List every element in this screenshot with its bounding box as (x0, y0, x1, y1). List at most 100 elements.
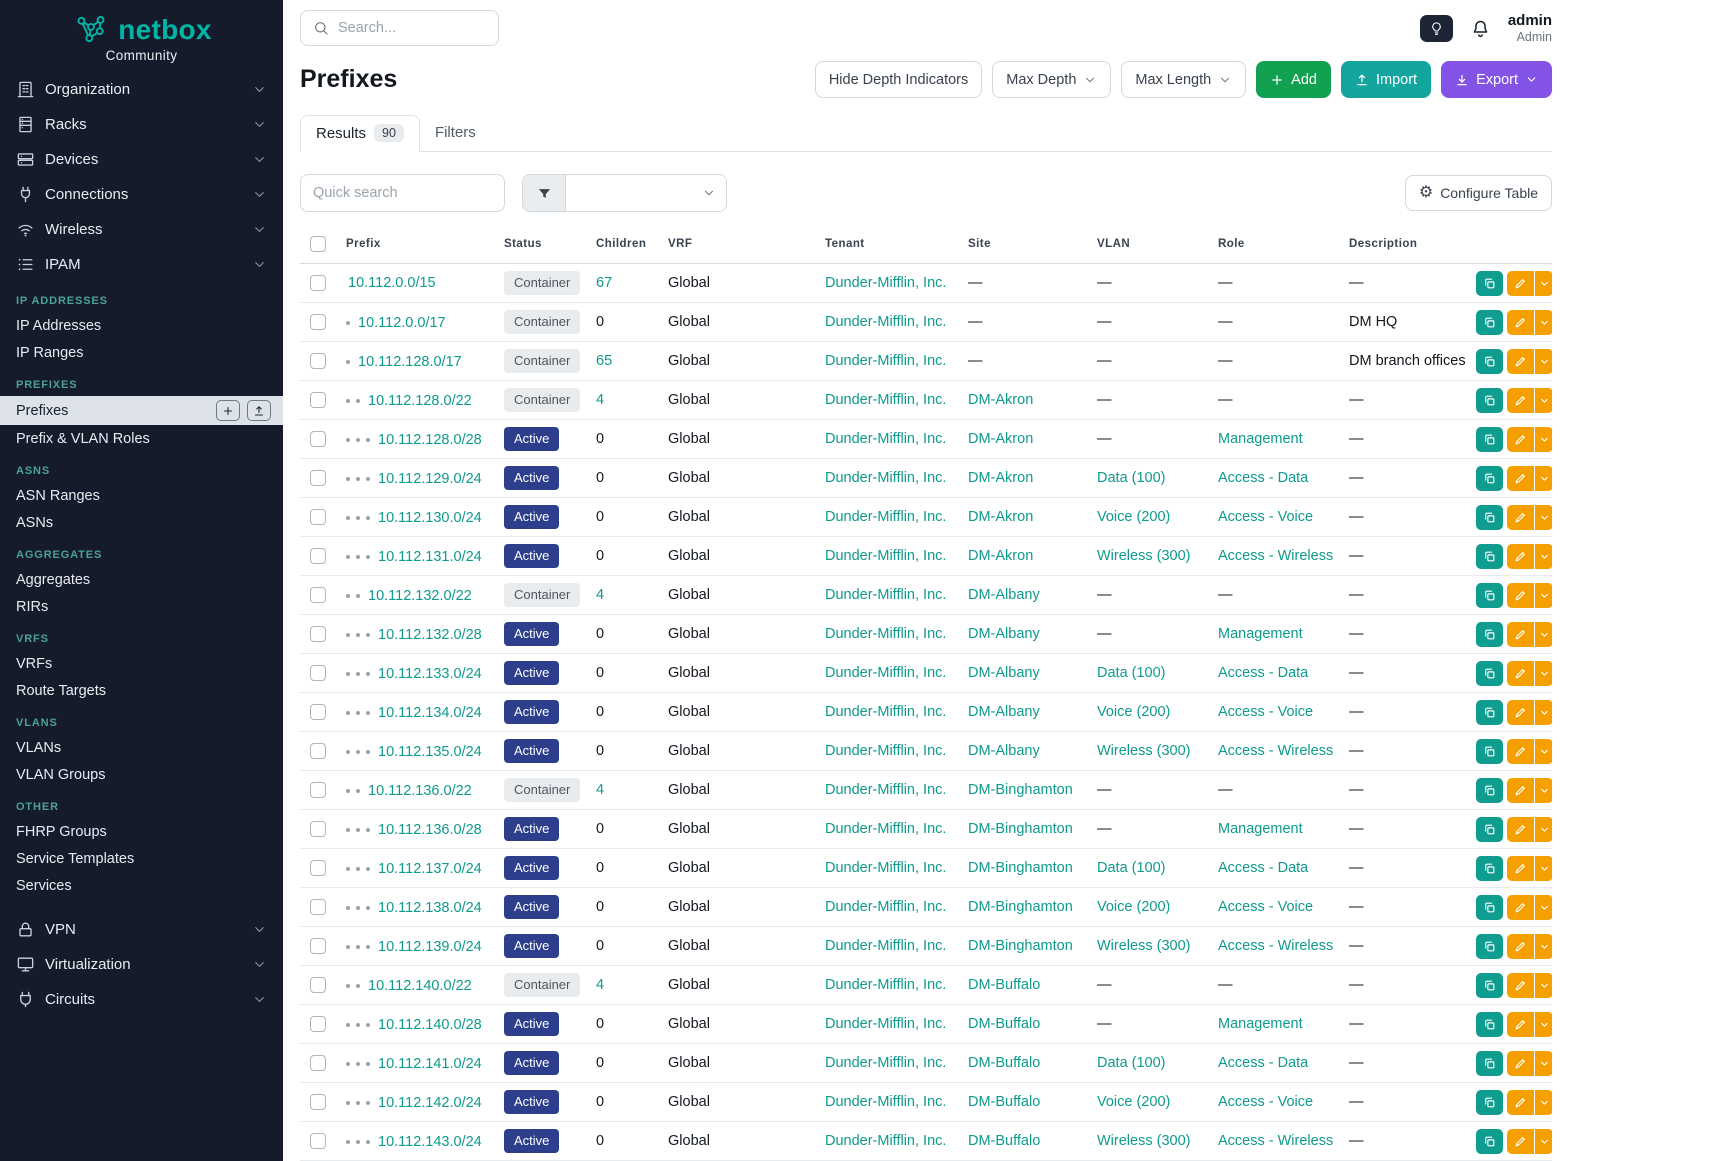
copy-button[interactable] (1476, 1051, 1503, 1076)
sidebar-item-vrfs[interactable]: VRFs (0, 650, 283, 677)
children-link[interactable]: 4 (596, 392, 604, 408)
user-menu[interactable]: admin Admin (1508, 12, 1552, 45)
site-link[interactable]: DM-Akron (968, 470, 1033, 486)
row-checkbox[interactable] (310, 587, 326, 603)
prefix-link[interactable]: 10.112.136.0/22 (368, 783, 472, 799)
role-link[interactable]: Access - Data (1218, 860, 1308, 876)
vlan-link[interactable]: Wireless (300) (1097, 743, 1190, 759)
edit-dropdown-button[interactable] (1535, 1051, 1552, 1076)
prefix-link[interactable]: 10.112.138.0/24 (378, 900, 482, 916)
prefix-link[interactable]: 10.112.132.0/28 (378, 627, 482, 643)
row-checkbox[interactable] (310, 977, 326, 993)
site-link[interactable]: DM-Akron (968, 509, 1033, 525)
site-link[interactable]: DM-Albany (968, 743, 1040, 759)
edit-dropdown-button[interactable] (1535, 895, 1552, 920)
edit-button[interactable] (1507, 271, 1534, 296)
select-all-checkbox[interactable] (310, 236, 326, 252)
tenant-link[interactable]: Dunder-Mifflin, Inc. (825, 353, 946, 369)
tenant-link[interactable]: Dunder-Mifflin, Inc. (825, 1016, 946, 1032)
tenant-link[interactable]: Dunder-Mifflin, Inc. (825, 743, 946, 759)
tenant-link[interactable]: Dunder-Mifflin, Inc. (825, 314, 946, 330)
quick-add-button[interactable] (216, 400, 240, 421)
copy-button[interactable] (1476, 1129, 1503, 1154)
tenant-link[interactable]: Dunder-Mifflin, Inc. (825, 470, 946, 486)
prefix-link[interactable]: 10.112.129.0/24 (378, 471, 482, 487)
prefix-link[interactable]: 10.112.135.0/24 (378, 744, 482, 760)
edit-button[interactable] (1507, 466, 1534, 491)
edit-dropdown-button[interactable] (1535, 778, 1552, 803)
copy-button[interactable] (1476, 778, 1503, 803)
sidebar-item-asns[interactable]: ASNs (0, 509, 283, 536)
role-link[interactable]: Access - Voice (1218, 899, 1313, 915)
edit-button[interactable] (1507, 349, 1534, 374)
vlan-link[interactable]: Data (100) (1097, 470, 1166, 486)
tenant-link[interactable]: Dunder-Mifflin, Inc. (825, 704, 946, 720)
edit-dropdown-button[interactable] (1535, 817, 1552, 842)
column-header-role[interactable]: Role (1208, 227, 1339, 264)
site-link[interactable]: DM-Binghamton (968, 860, 1073, 876)
configure-table-button[interactable]: ⚙ Configure Table (1405, 175, 1552, 211)
tab-results[interactable]: Results 90 (300, 115, 420, 152)
sidebar-item-circuits[interactable]: Circuits (0, 982, 283, 1017)
copy-button[interactable] (1476, 505, 1503, 530)
saved-filter-select[interactable] (566, 175, 726, 211)
copy-button[interactable] (1476, 817, 1503, 842)
vlan-link[interactable]: Voice (200) (1097, 899, 1170, 915)
edit-button[interactable] (1507, 1012, 1534, 1037)
row-checkbox[interactable] (310, 899, 326, 915)
copy-button[interactable] (1476, 1090, 1503, 1115)
edit-dropdown-button[interactable] (1535, 388, 1552, 413)
vlan-link[interactable]: Wireless (300) (1097, 1133, 1190, 1149)
tenant-link[interactable]: Dunder-Mifflin, Inc. (825, 1133, 946, 1149)
tenant-link[interactable]: Dunder-Mifflin, Inc. (825, 665, 946, 681)
brand[interactable]: netbox Community (0, 0, 283, 72)
site-link[interactable]: DM-Albany (968, 704, 1040, 720)
sidebar-item-prefix-vlan-roles[interactable]: Prefix & VLAN Roles (0, 425, 283, 452)
vlan-link[interactable]: Wireless (300) (1097, 548, 1190, 564)
edit-button[interactable] (1507, 1129, 1534, 1154)
edit-button[interactable] (1507, 895, 1534, 920)
sidebar-item-devices[interactable]: Devices (0, 142, 283, 177)
export-dropdown-button[interactable]: Export (1441, 61, 1552, 98)
edit-dropdown-button[interactable] (1535, 661, 1552, 686)
copy-button[interactable] (1476, 544, 1503, 569)
quick-search-input[interactable] (300, 174, 505, 212)
copy-button[interactable] (1476, 349, 1503, 374)
copy-button[interactable] (1476, 271, 1503, 296)
edit-button[interactable] (1507, 700, 1534, 725)
edit-button[interactable] (1507, 778, 1534, 803)
import-button[interactable]: Import (1341, 61, 1431, 98)
prefix-link[interactable]: 10.112.130.0/24 (378, 510, 482, 526)
children-link[interactable]: 65 (596, 353, 612, 369)
site-link[interactable]: DM-Buffalo (968, 977, 1040, 993)
edit-dropdown-button[interactable] (1535, 583, 1552, 608)
site-link[interactable]: DM-Buffalo (968, 1133, 1040, 1149)
copy-button[interactable] (1476, 700, 1503, 725)
tenant-link[interactable]: Dunder-Mifflin, Inc. (825, 821, 946, 837)
column-header-prefix[interactable]: Prefix (336, 227, 494, 264)
max-length-dropdown[interactable]: Max Length (1121, 61, 1246, 98)
edit-dropdown-button[interactable] (1535, 349, 1552, 374)
row-checkbox[interactable] (310, 392, 326, 408)
sidebar-item-vlans[interactable]: VLANs (0, 734, 283, 761)
role-link[interactable]: Access - Wireless (1218, 938, 1333, 954)
tenant-link[interactable]: Dunder-Mifflin, Inc. (825, 1094, 946, 1110)
site-link[interactable]: DM-Akron (968, 431, 1033, 447)
edit-button[interactable] (1507, 544, 1534, 569)
edit-button[interactable] (1507, 1051, 1534, 1076)
column-header-status[interactable]: Status (494, 227, 586, 264)
prefix-link[interactable]: 10.112.0.0/17 (358, 315, 446, 331)
edit-button[interactable] (1507, 739, 1534, 764)
copy-button[interactable] (1476, 1012, 1503, 1037)
role-link[interactable]: Management (1218, 431, 1303, 447)
role-link[interactable]: Access - Voice (1218, 509, 1313, 525)
role-link[interactable]: Access - Data (1218, 470, 1308, 486)
vlan-link[interactable]: Voice (200) (1097, 509, 1170, 525)
edit-dropdown-button[interactable] (1535, 622, 1552, 647)
role-link[interactable]: Access - Data (1218, 665, 1308, 681)
copy-button[interactable] (1476, 583, 1503, 608)
children-link[interactable]: 4 (596, 782, 604, 798)
edit-button[interactable] (1507, 388, 1534, 413)
column-header-tenant[interactable]: Tenant (815, 227, 958, 264)
column-header-children[interactable]: Children (586, 227, 658, 264)
